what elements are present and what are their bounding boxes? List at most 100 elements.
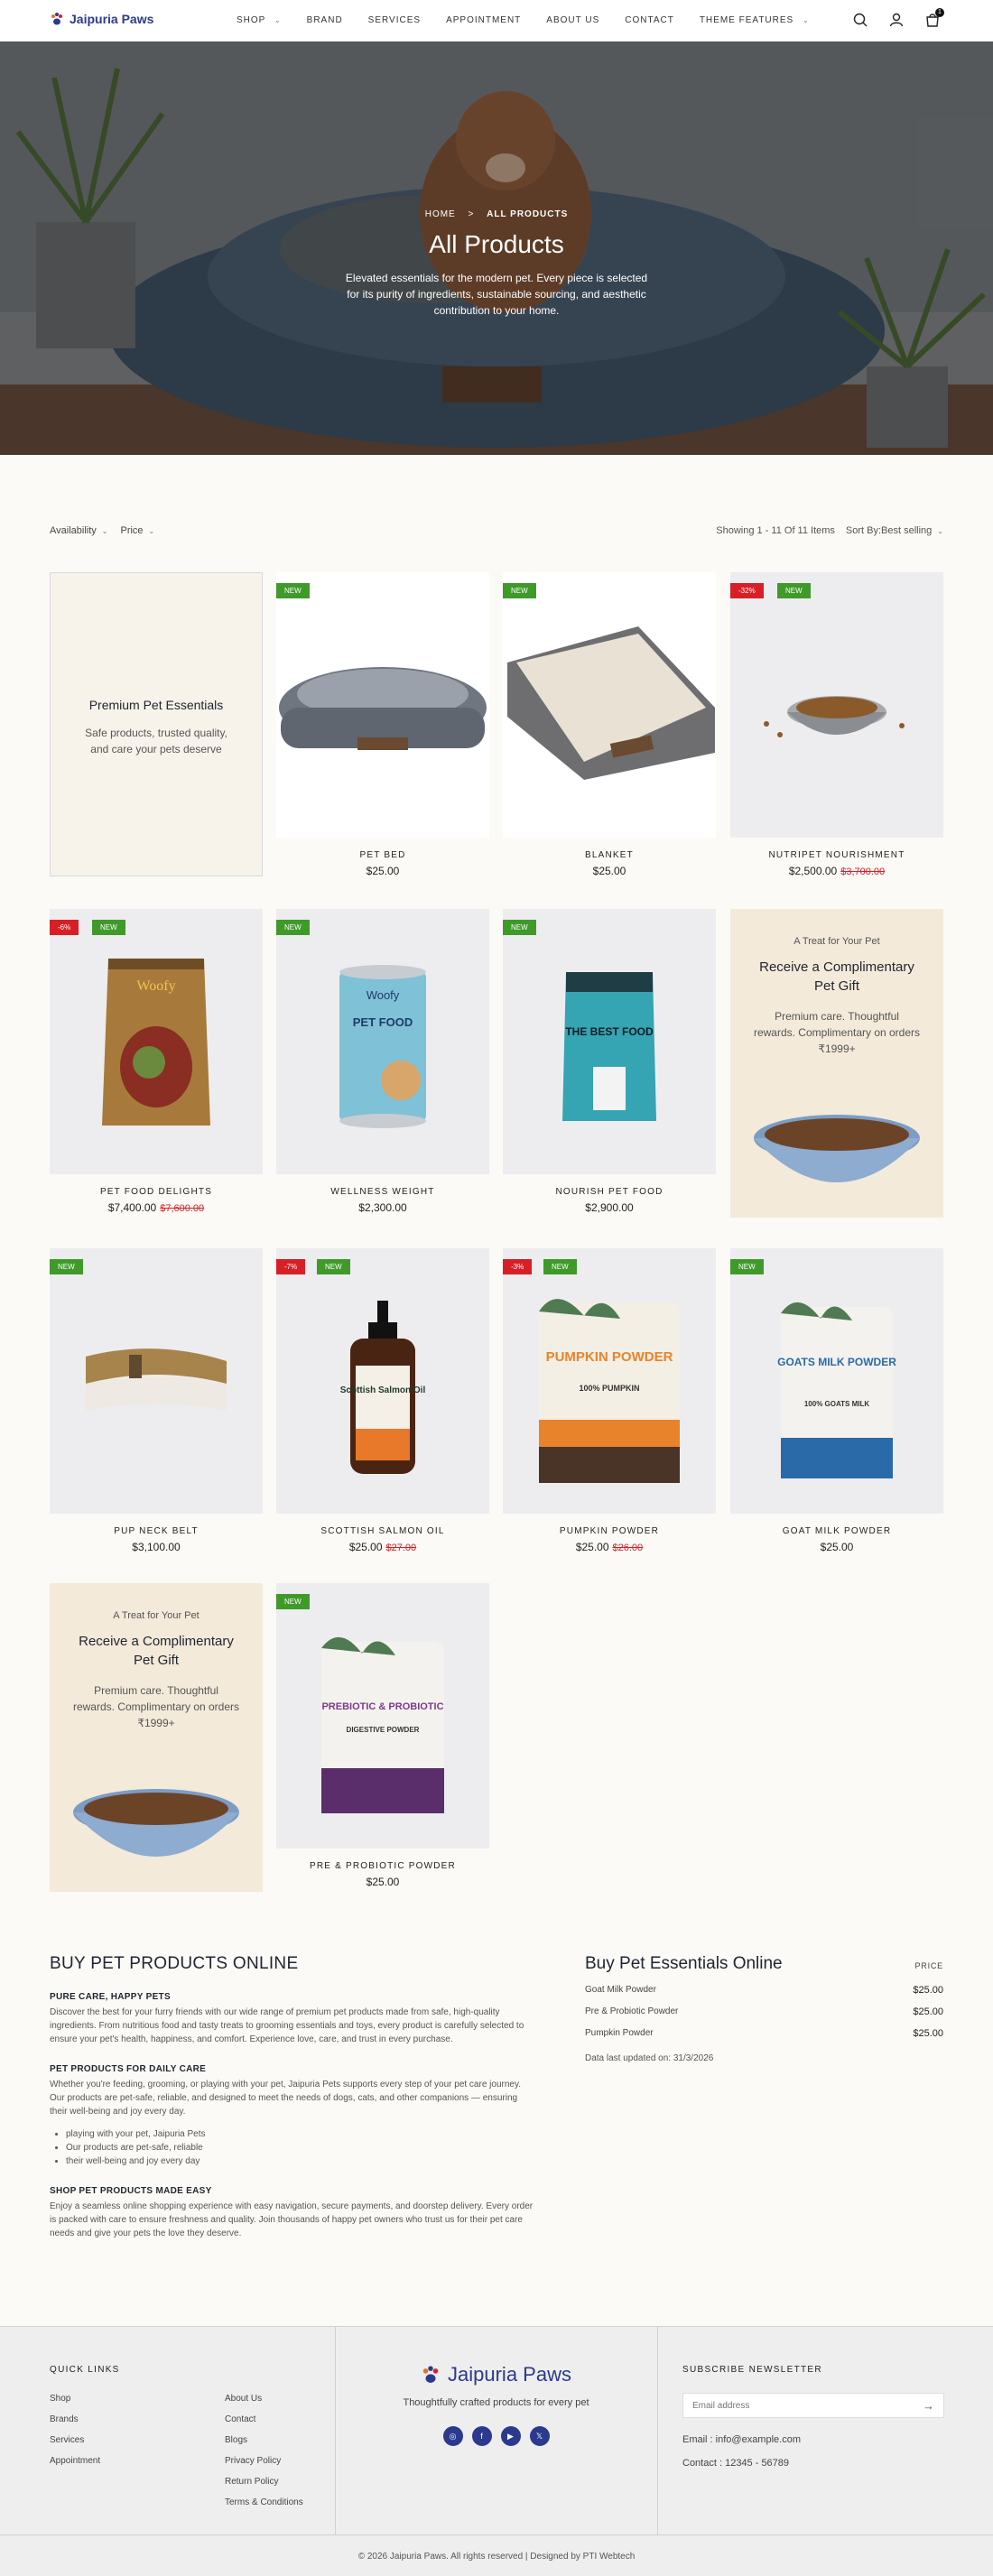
product-price: $25.00 — [276, 865, 489, 877]
newsletter: SUBSCRIBE NEWSLETTER → Email : info@exam… — [682, 2365, 944, 2469]
nav-appointment[interactable]: APPOINTMENT — [446, 15, 521, 25]
footer-link[interactable]: About Us — [225, 2388, 303, 2409]
product-price: $2,500.00 $3,700.00 — [730, 865, 943, 877]
quick-links-col-1: Shop Brands Services Appointment — [50, 2388, 100, 2471]
product-card: NEW PET BED $25.00 — [276, 572, 489, 877]
product-price: $2,900.00 — [503, 1201, 716, 1214]
product-image[interactable]: -7% NEW Scottish Salmon Oil — [276, 1248, 489, 1514]
nav-about-us[interactable]: ABOUT US — [546, 15, 599, 25]
new-badge: NEW — [503, 583, 536, 598]
header-actions: 1 — [852, 8, 944, 28]
chevron-down-icon: ⌄ — [148, 527, 155, 535]
product-title[interactable]: PRE & PROBIOTIC POWDER — [276, 1861, 489, 1871]
product-image[interactable]: NEW GOATS MILK POWDER 100% GOATS MILK — [730, 1248, 943, 1514]
price: $25.00 — [366, 865, 400, 877]
footer-link[interactable]: Return Policy — [225, 2471, 303, 2492]
quick-links-col-2: About Us Contact Blogs Privacy Policy Re… — [225, 2388, 303, 2513]
hero-content: HOME > ALL PRODUCTS All Products Elevate… — [0, 209, 993, 319]
price: $25.00 — [820, 1541, 854, 1553]
arrow-right-icon[interactable]: → — [923, 2399, 934, 2413]
user-icon[interactable] — [888, 12, 905, 28]
product-title[interactable]: PET BED — [276, 850, 489, 860]
product-title[interactable]: PET FOOD DELIGHTS — [50, 1187, 263, 1197]
footer-link[interactable]: Privacy Policy — [225, 2451, 303, 2471]
item-count: Showing 1 - 11 Of 11 Items — [716, 525, 835, 536]
product-title[interactable]: WELLNESS WEIGHT — [276, 1187, 489, 1197]
probiotic-powder-pouch-image: PREBIOTIC & PROBIOTIC DIGESTIVE POWDER — [321, 1636, 444, 1813]
product-title[interactable]: GOAT MILK POWDER — [730, 1526, 943, 1536]
footer-link[interactable]: Brands — [50, 2409, 100, 2430]
list-item: their well-being and joy every day — [66, 2154, 537, 2168]
nav-theme-features[interactable]: THEME FEATURES ⌄ — [700, 15, 810, 25]
youtube-icon[interactable]: ▶ — [500, 2426, 521, 2446]
gift-promo-card[interactable]: A Treat for Your Pet Receive a Complimen… — [50, 1583, 263, 1892]
new-badge: NEW — [730, 1259, 764, 1274]
product-image[interactable]: -3% NEW PUMPKIN POWDER 100% PUMPKIN — [503, 1248, 716, 1514]
breadcrumb-home[interactable]: HOME — [425, 209, 456, 219]
row-name[interactable]: Goat Milk Powder — [585, 1985, 656, 1996]
quick-links: QUICK LINKS — [50, 2365, 120, 2375]
table-row: Goat Milk Powder $25.00 — [585, 1985, 943, 1996]
footer-link[interactable]: Blogs — [225, 2430, 303, 2451]
chevron-down-icon: ⌄ — [937, 527, 943, 535]
product-price: $25.00 — [730, 1541, 943, 1553]
product-card: NEW THE BEST FOOD NOURISH PET FOOD $2,90… — [503, 909, 716, 1214]
product-image[interactable]: NEW — [276, 572, 489, 838]
product-image[interactable]: NEW PREBIOTIC & PROBIOTIC DIGESTIVE POWD… — [276, 1583, 489, 1849]
social-links: ◎ f ▶ 𝕏 — [335, 2426, 657, 2446]
new-badge: NEW — [503, 920, 536, 935]
product-title[interactable]: BLANKET — [503, 850, 716, 860]
x-icon[interactable]: 𝕏 — [529, 2426, 550, 2446]
price: $2,900.00 — [585, 1201, 634, 1214]
pouch-label: PUMPKIN POWDER — [546, 1349, 673, 1365]
new-badge: NEW — [276, 1594, 310, 1609]
row-name[interactable]: Pre & Probiotic Powder — [585, 2006, 678, 2017]
email-field[interactable] — [692, 2400, 909, 2411]
search-icon[interactable] — [852, 12, 868, 28]
product-title[interactable]: NOURISH PET FOOD — [503, 1187, 716, 1197]
neck-belt-image — [86, 1348, 227, 1411]
product-title[interactable]: NUTRIPET NOURISHMENT — [730, 850, 943, 860]
product-title[interactable]: PUMPKIN POWDER — [503, 1526, 716, 1536]
product-image[interactable]: NEW — [503, 572, 716, 838]
gift-kicker: A Treat for Your Pet — [793, 936, 880, 947]
sort-label: Sort By:Best selling — [845, 525, 933, 536]
price-filter[interactable]: Price ⌄ — [120, 525, 154, 536]
footer-link[interactable]: Contact — [225, 2409, 303, 2430]
footer-logo[interactable]: Jaipuria Paws — [335, 2363, 657, 2386]
product-image[interactable]: NEW — [50, 1248, 263, 1514]
seo-content: BUY PET PRODUCTS ONLINE PURE CARE, HAPPY… — [50, 1954, 537, 2240]
footer-link[interactable]: Terms & Conditions — [225, 2492, 303, 2513]
facebook-icon[interactable]: f — [471, 2426, 492, 2446]
footer-link[interactable]: Shop — [50, 2388, 100, 2409]
sort-select[interactable]: Sort By:Best selling ⌄ — [846, 525, 943, 536]
cart-icon[interactable]: 1 — [924, 8, 944, 28]
nav-shop[interactable]: SHOP ⌄ — [237, 15, 282, 25]
instagram-icon[interactable]: ◎ — [442, 2426, 463, 2446]
site-footer: QUICK LINKS Shop Brands Services Appoint… — [0, 2326, 993, 2576]
logo[interactable]: Jaipuria Paws — [50, 12, 153, 26]
product-price: $25.00 $27.00 — [276, 1541, 489, 1553]
gift-promo-card[interactable]: A Treat for Your Pet Receive a Complimen… — [730, 909, 943, 1218]
pouch-sub: DIGESTIVE POWDER — [347, 1726, 420, 1734]
product-image[interactable]: -32% NEW — [730, 572, 943, 838]
product-image[interactable]: -6% NEW Woofy — [50, 909, 263, 1174]
nav-contact[interactable]: CONTACT — [625, 15, 674, 25]
availability-filter[interactable]: Availability ⌄ — [50, 525, 107, 536]
product-image[interactable]: NEW THE BEST FOOD — [503, 909, 716, 1174]
nav-brand[interactable]: BRAND — [307, 15, 343, 25]
product-card: NEW BLANKET $25.00 — [503, 572, 716, 877]
product-card: -6% NEW Woofy PET FOOD DELIGHTS $7,400.0… — [50, 909, 263, 1214]
footer-link[interactable]: Services — [50, 2430, 100, 2451]
product-image[interactable]: NEW Woofy PET FOOD — [276, 909, 489, 1174]
footer-link[interactable]: Appointment — [50, 2451, 100, 2471]
food-bowl-image — [764, 696, 905, 737]
row-name[interactable]: Pumpkin Powder — [585, 2028, 654, 2039]
promo-text: Safe products, trusted quality, and care… — [85, 727, 227, 755]
product-title[interactable]: PUP NECK BELT — [50, 1526, 263, 1536]
gift-title: Receive a Complimentary Pet Gift — [759, 959, 914, 994]
discount-badge: -32% — [730, 583, 764, 598]
product-title[interactable]: SCOTTISH SALMON OIL — [276, 1526, 489, 1536]
nav-services[interactable]: SERVICES — [368, 15, 421, 25]
price: $25.00 — [592, 865, 626, 877]
